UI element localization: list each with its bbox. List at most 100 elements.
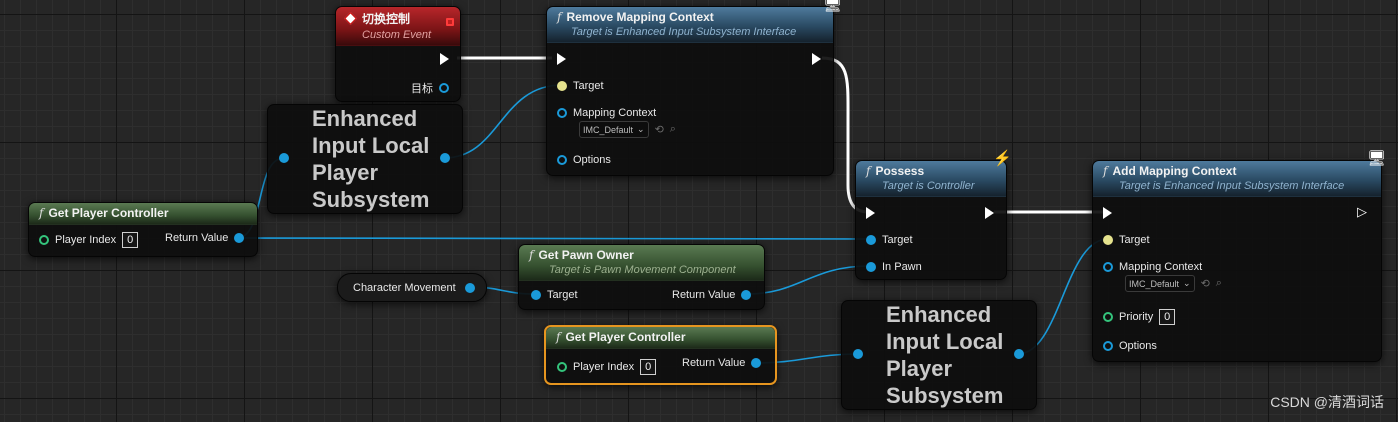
- reset-arrow-icon[interactable]: ⟲: [1201, 277, 1210, 290]
- return-value-pin-1[interactable]: Return Value: [165, 232, 245, 244]
- add-mapping-exec-out[interactable]: ▷: [1357, 204, 1367, 219]
- remove-mapping-header[interactable]: f Remove Mapping Context Target is Enhanc…: [547, 7, 833, 43]
- possess-exec-out[interactable]: [985, 207, 994, 219]
- object-pin-icon: [557, 155, 567, 165]
- add-mapping-priority-pin[interactable]: Priority 0: [1103, 309, 1176, 325]
- get-pawn-owner-return-label: Return Value: [672, 289, 736, 301]
- add-mapping-options-pin[interactable]: Options: [1103, 340, 1157, 352]
- function-icon: f: [529, 248, 534, 262]
- function-icon: f: [39, 206, 44, 220]
- remove-mapping-exec-out[interactable]: [812, 53, 821, 65]
- get-pawn-owner-target-label: Target: [547, 289, 578, 301]
- priority-input[interactable]: 0: [1159, 309, 1176, 325]
- player-index-label-2: Player Index: [573, 361, 635, 373]
- object-pin-icon: [1103, 262, 1113, 272]
- target-pin-icon: [439, 83, 449, 93]
- subsystem-2-in-pin[interactable]: [853, 349, 863, 359]
- custom-event-node[interactable]: 切换控制 Custom Event 目标: [335, 6, 461, 102]
- possess-title: Possess: [875, 164, 925, 178]
- exec-pin-icon: [440, 53, 449, 65]
- get-pawn-owner-target-pin[interactable]: Target: [531, 289, 578, 301]
- function-icon: f: [556, 330, 561, 344]
- monitor-icon: 🖥: [1367, 150, 1387, 167]
- function-icon: f: [557, 10, 562, 24]
- subsystem-2-out-pin[interactable]: [1014, 349, 1024, 359]
- possess-target-label: Target: [882, 234, 913, 246]
- exec-pin-icon: [812, 53, 821, 65]
- get-pawn-owner-node[interactable]: f Get Pawn Owner Target is Pawn Movement …: [518, 244, 765, 310]
- get-player-controller-header-1[interactable]: f Get Player Controller: [29, 203, 257, 225]
- subsystem-line: Player: [886, 356, 953, 381]
- subsystem-1-in-pin[interactable]: [279, 153, 289, 163]
- character-movement-out-pin[interactable]: [465, 283, 475, 293]
- chevron-down-icon: ⌄: [1183, 278, 1191, 288]
- subsystem-1-out-pin[interactable]: [440, 153, 450, 163]
- possess-subtitle: Target is Controller: [882, 180, 975, 192]
- possess-header[interactable]: f Possess Target is Controller: [856, 161, 1006, 197]
- subsystem-getter-node-2[interactable]: Enhanced Input Local Player Subsystem: [841, 300, 1037, 410]
- add-mapping-target-pin[interactable]: Target: [1103, 234, 1150, 246]
- add-mapping-title: Add Mapping Context: [1112, 164, 1237, 178]
- add-mapping-context-node[interactable]: f Add Mapping Context Target is Enhanced …: [1092, 150, 1386, 362]
- remove-mapping-options-pin[interactable]: Options: [557, 154, 611, 166]
- mapping-context-select[interactable]: IMC_Default ⌄: [1125, 275, 1195, 292]
- custom-event-header[interactable]: 切换控制 Custom Event: [336, 7, 460, 46]
- add-mapping-subtitle: Target is Enhanced Input Subsystem Inter…: [1119, 180, 1345, 192]
- object-pin-icon: [557, 108, 567, 118]
- delegate-pin-icon[interactable]: [446, 18, 454, 26]
- add-mapping-context-pin[interactable]: Mapping Context: [1103, 261, 1202, 273]
- remove-mapping-context-select-row: IMC_Default ⌄ ⟲ ⌕: [579, 121, 676, 138]
- get-pawn-owner-return-pin[interactable]: Return Value: [672, 289, 752, 301]
- get-player-controller-header-2[interactable]: f Get Player Controller: [546, 327, 775, 349]
- character-movement-pin[interactable]: Character Movement: [353, 282, 456, 294]
- blueprint-graph[interactable]: 切换控制 Custom Event 目标 f Remove Mapping Con…: [0, 0, 1398, 422]
- search-icon[interactable]: ⌕: [1216, 277, 1222, 290]
- exec-pin-icon: [1103, 207, 1112, 219]
- possess-target-pin[interactable]: Target: [866, 234, 913, 246]
- get-player-controller-title-1: Get Player Controller: [48, 206, 169, 220]
- object-pin-icon: [853, 349, 863, 359]
- get-player-controller-node-2[interactable]: f Get Player Controller Player Index 0 Re…: [544, 325, 777, 385]
- character-movement-node[interactable]: Character Movement: [337, 273, 487, 302]
- search-icon[interactable]: ⌕: [670, 123, 676, 136]
- exec-pin-icon: [866, 207, 875, 219]
- possess-in-pawn-pin[interactable]: In Pawn: [866, 261, 922, 273]
- possess-exec-in[interactable]: [866, 207, 875, 219]
- remove-mapping-exec-in[interactable]: [557, 53, 566, 65]
- subsystem-getter-node-1[interactable]: Enhanced Input Local Player Subsystem: [267, 104, 463, 214]
- get-pawn-owner-subtitle: Target is Pawn Movement Component: [549, 264, 736, 276]
- player-index-input-1[interactable]: 0: [122, 232, 139, 248]
- remove-mapping-options-label: Options: [573, 154, 611, 166]
- chevron-down-icon: ⌄: [637, 124, 645, 134]
- custom-event-exec-out[interactable]: [440, 53, 449, 65]
- add-mapping-priority-label: Priority: [1119, 311, 1154, 323]
- player-index-pin-1[interactable]: Player Index 0: [39, 232, 139, 248]
- int-pin-icon: [39, 235, 49, 245]
- get-pawn-owner-header[interactable]: f Get Pawn Owner Target is Pawn Movement …: [519, 245, 764, 281]
- reset-arrow-icon[interactable]: ⟲: [655, 123, 664, 136]
- self-pin-icon: [1103, 235, 1113, 245]
- object-pin-icon: [1014, 349, 1024, 359]
- subsystem-line: Enhanced: [886, 302, 992, 327]
- get-player-controller-node-1[interactable]: f Get Player Controller Player Index 0 Re…: [28, 202, 258, 257]
- remove-mapping-context-pin[interactable]: Mapping Context: [557, 107, 656, 119]
- add-mapping-header[interactable]: f Add Mapping Context Target is Enhanced …: [1093, 161, 1381, 197]
- subsystem-line: Subsystem: [312, 187, 430, 212]
- mapping-context-value: IMC_Default: [583, 124, 634, 135]
- object-pin-icon: [440, 153, 450, 163]
- possess-node[interactable]: f Possess Target is Controller ⚡ Target I…: [855, 150, 1012, 280]
- remove-mapping-target-pin[interactable]: Target: [557, 80, 604, 92]
- function-icon: f: [866, 164, 871, 178]
- player-index-input-2[interactable]: 0: [640, 359, 657, 375]
- object-pin-icon: [866, 235, 876, 245]
- server-authority-icon: ⚡: [993, 150, 1012, 167]
- player-index-pin-2[interactable]: Player Index 0: [557, 359, 657, 375]
- add-mapping-exec-in[interactable]: [1103, 207, 1112, 219]
- custom-event-target-pin[interactable]: 目标: [411, 80, 449, 96]
- add-mapping-context-select-row: IMC_Default ⌄ ⟲ ⌕: [1125, 275, 1222, 292]
- remove-mapping-context-node[interactable]: f Remove Mapping Context Target is Enhanc…: [546, 0, 842, 176]
- mapping-context-select[interactable]: IMC_Default ⌄: [579, 121, 649, 138]
- subsystem-line: Player: [312, 160, 379, 185]
- return-value-pin-2[interactable]: Return Value: [682, 357, 762, 369]
- monitor-icon: 🖥: [823, 0, 843, 13]
